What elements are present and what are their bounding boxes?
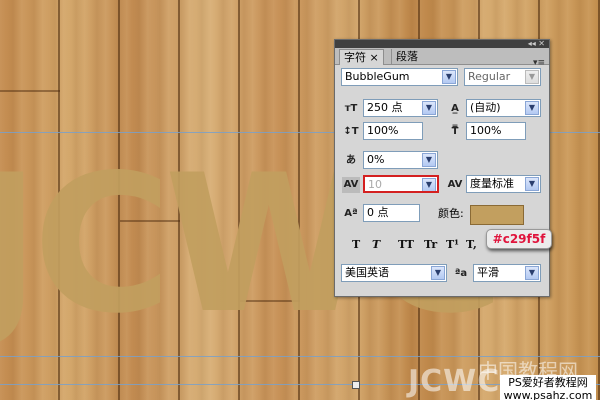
chevron-down-icon[interactable]: ▼ [525, 101, 539, 115]
baseline-shift-input[interactable]: 0 点 [363, 204, 420, 222]
panel-menu-icon[interactable]: ▾≡ [533, 58, 545, 68]
color-hex-badge: #c29f5f [486, 229, 552, 249]
plank-seam [0, 90, 60, 92]
font-family-value: BubbleGum [345, 70, 410, 83]
watermark-logo: JCWC [408, 364, 501, 399]
faux-italic-button[interactable]: T [372, 238, 380, 252]
chevron-down-icon[interactable]: ▼ [442, 70, 456, 84]
horizontal-scale-icon: T̿ [451, 126, 459, 137]
font-size-icon: ᴛT [344, 103, 358, 114]
tab-paragraph[interactable]: 段落 [391, 49, 422, 64]
font-family-select[interactable]: BubbleGum ▼ [341, 68, 458, 86]
tracking-value: 10 [368, 178, 382, 191]
chevron-down-icon[interactable]: ▼ [431, 266, 445, 280]
color-label: 颜色: [438, 207, 464, 220]
font-size-value: 250 点 [367, 101, 403, 114]
tsume-select[interactable]: 0% ▼ [363, 151, 438, 169]
watermark-ps-line1: PS爱好者教程网 [508, 376, 588, 389]
faux-bold-button[interactable]: T [352, 238, 360, 252]
chevron-down-icon[interactable]: ▼ [525, 70, 539, 84]
small-caps-button[interactable]: Tr [424, 238, 437, 252]
language-select[interactable]: 美国英语 ▼ [341, 264, 447, 282]
chevron-down-icon[interactable]: ▼ [422, 153, 436, 167]
subscript-button[interactable]: T, [466, 238, 477, 252]
chevron-down-icon[interactable]: ▼ [525, 177, 539, 191]
chevron-down-icon[interactable]: ▼ [422, 101, 436, 115]
kerning-icon: AV [447, 179, 463, 190]
all-caps-button[interactable]: TT [398, 238, 414, 252]
antialias-select[interactable]: 平滑 ▼ [473, 264, 541, 282]
kerning-value: 度量标准 [470, 177, 514, 190]
panel-window-buttons[interactable]: ◂◂ ✕ [528, 40, 545, 48]
antialias-value: 平滑 [477, 266, 499, 279]
watermark-ps-site: PS爱好者教程网 www.psahz.com [500, 375, 596, 400]
vertical-scale-value: 100% [367, 124, 399, 137]
antialias-icon: ªa [454, 268, 468, 279]
tracking-select[interactable]: 10 ▼ [363, 175, 439, 193]
color-swatch[interactable] [470, 205, 524, 225]
vertical-scale-icon: ↕T [343, 126, 359, 137]
horizontal-scale-value: 100% [470, 124, 502, 137]
superscript-button[interactable]: T¹ [446, 238, 459, 252]
watermark-ps-line2: www.psahz.com [503, 389, 593, 400]
tsume-icon: あ [346, 155, 356, 166]
transform-handle[interactable] [352, 381, 360, 389]
panel-titlebar[interactable]: ◂◂ ✕ [335, 40, 549, 48]
baseline-shift-icon: Aª [344, 208, 358, 219]
baseline-shift-value: 0 点 [367, 206, 389, 219]
tsume-value: 0% [367, 153, 385, 166]
vertical-scale-input[interactable]: 100% [363, 122, 423, 140]
tab-character[interactable]: 字符 × [339, 49, 384, 65]
leading-value: (自动) [470, 101, 501, 114]
language-value: 美国英语 [345, 266, 389, 279]
font-style-select[interactable]: Regular ▼ [464, 68, 541, 86]
font-size-select[interactable]: 250 点 ▼ [363, 99, 438, 117]
leading-select[interactable]: (自动) ▼ [466, 99, 541, 117]
tracking-icon: AV [342, 177, 360, 193]
leading-icon: A̲ [451, 103, 459, 114]
kerning-select[interactable]: 度量标准 ▼ [466, 175, 541, 193]
panel-tabs: 字符 × 段落 ▾≡ [335, 48, 549, 68]
chevron-down-icon[interactable]: ▼ [525, 266, 539, 280]
horizontal-scale-input[interactable]: 100% [466, 122, 526, 140]
font-style-value: Regular [468, 70, 511, 83]
chevron-down-icon[interactable]: ▼ [422, 178, 436, 191]
